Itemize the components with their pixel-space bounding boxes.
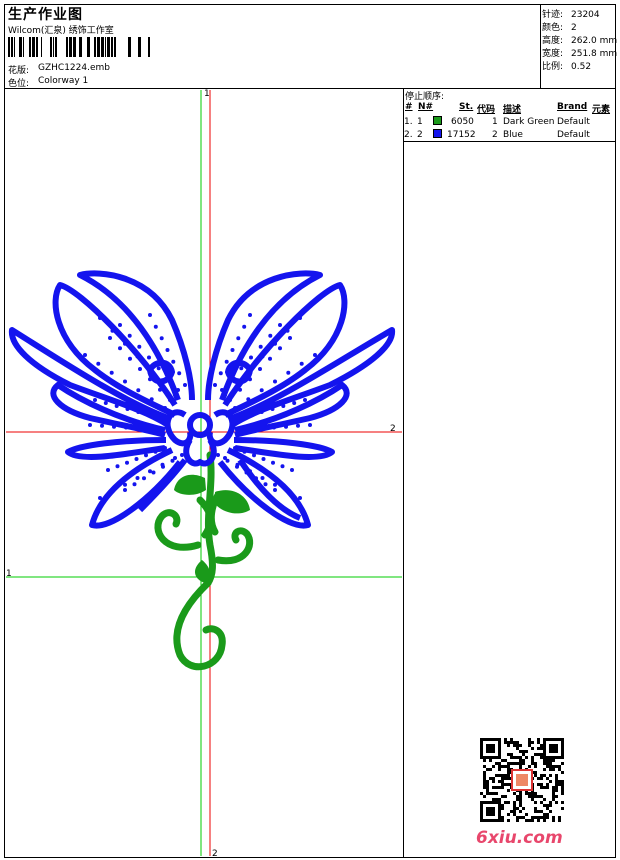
guide-label-v-red: 2 xyxy=(212,849,218,859)
watermark: 6xiu.com xyxy=(476,828,563,848)
guide-label-h-red: 2 xyxy=(390,424,396,434)
blue-star-fill xyxy=(83,313,317,500)
design-canvas: 1 2 1 2 xyxy=(6,89,402,859)
guide-label-v-green: 1 xyxy=(204,89,210,99)
guide-label-h-green: 1 xyxy=(6,569,12,579)
qr-code xyxy=(480,738,564,822)
